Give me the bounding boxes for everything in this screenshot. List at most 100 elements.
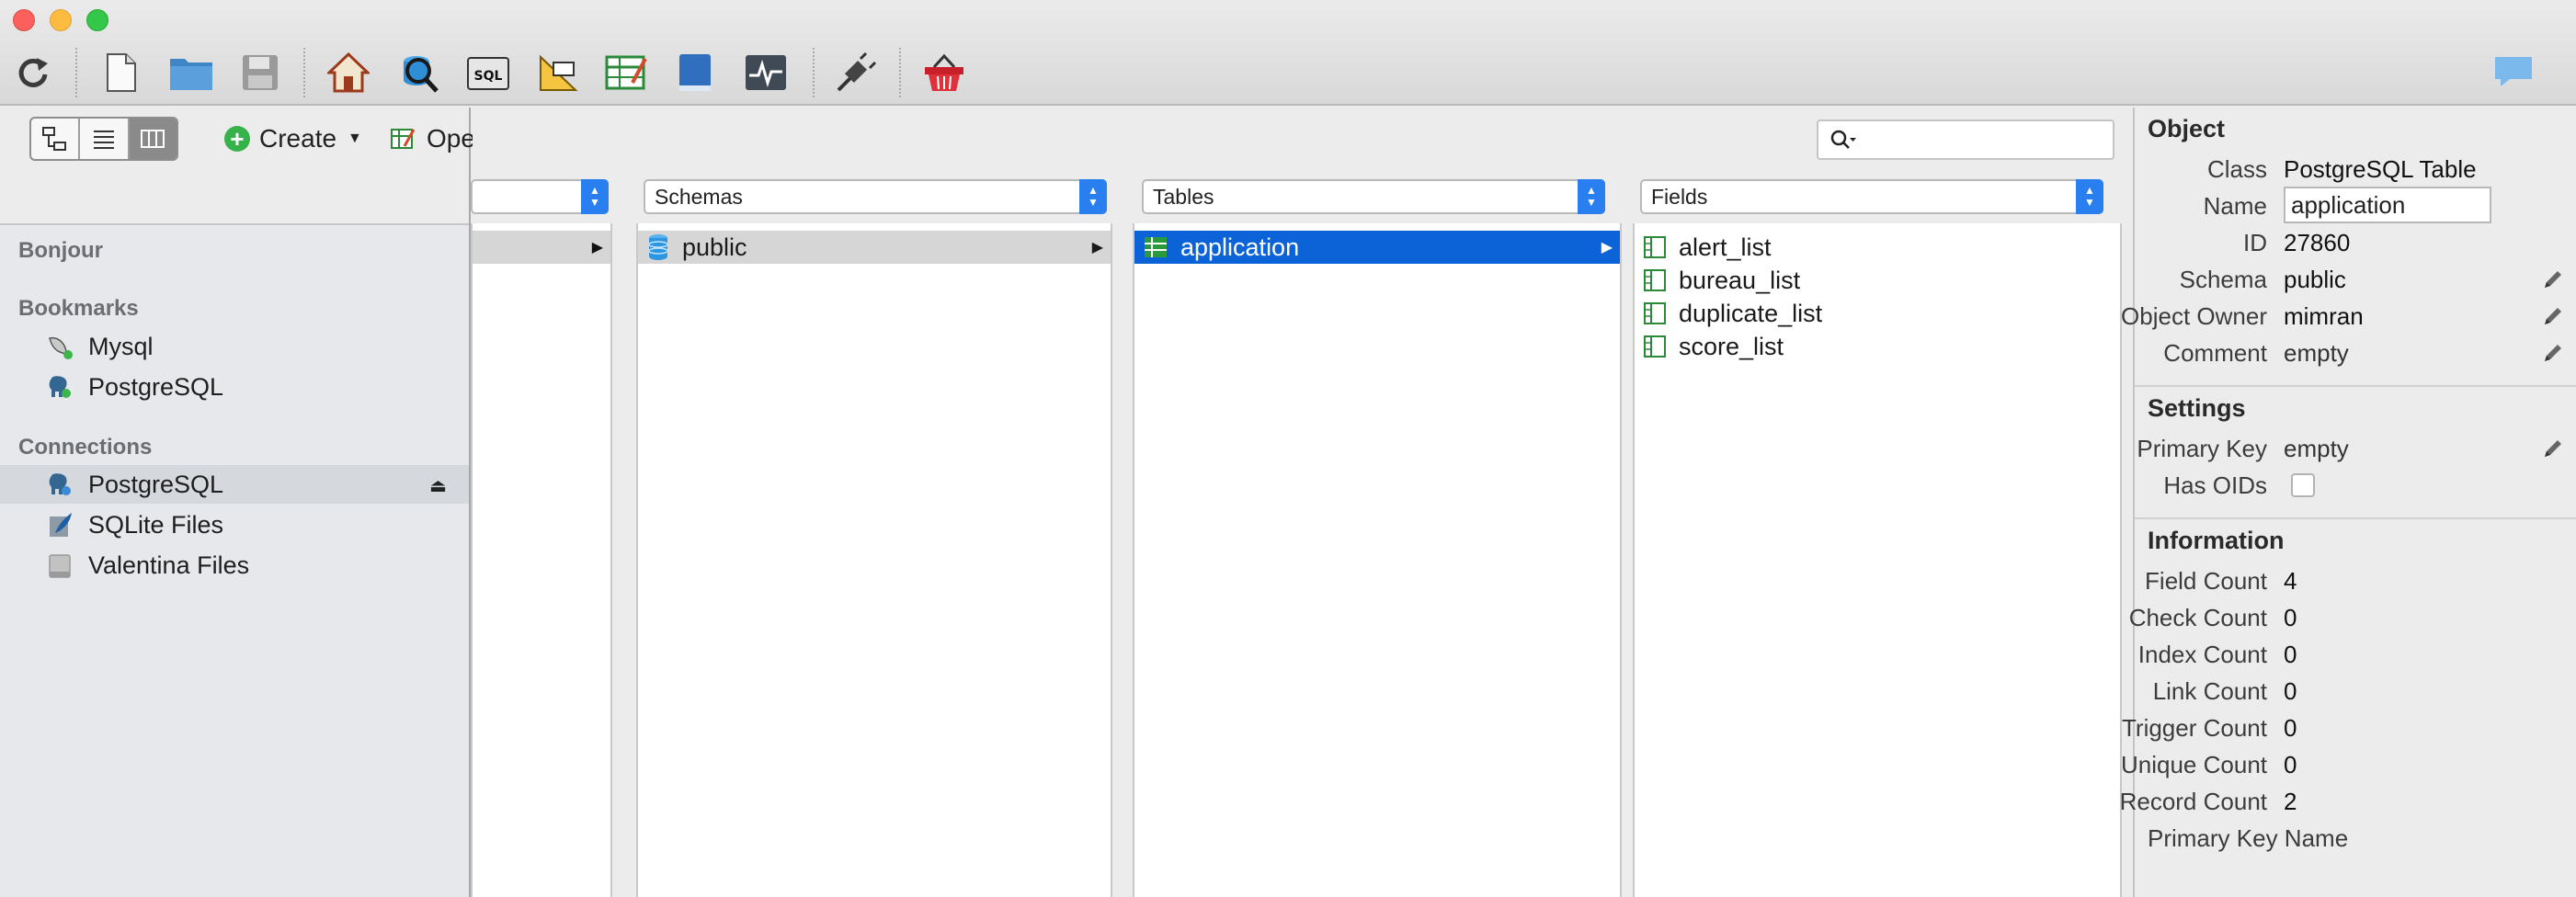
field-icon [1644, 269, 1666, 291]
schema-label: Schema [2179, 266, 2267, 293]
divider [2135, 385, 2576, 387]
connection-label: Valentina Files [88, 551, 250, 579]
chevron-right-icon: ▶ [1091, 240, 1103, 255]
sql-icon[interactable]: SQL [465, 48, 511, 97]
search-field[interactable] [1817, 119, 2114, 160]
settings-heading: Settings [2148, 394, 2246, 422]
eject-icon[interactable]: ⏏ [429, 474, 447, 497]
new-document-icon[interactable] [101, 48, 142, 97]
create-label: Create [259, 124, 337, 153]
connection-column: ▶ [471, 223, 612, 897]
info-row: Field Count 4 [2135, 562, 2576, 598]
has-oids-checkbox[interactable] [2291, 473, 2315, 497]
schema-value: public [2284, 266, 2346, 293]
table-label: application [1180, 233, 1300, 261]
open-folder-icon[interactable] [167, 48, 215, 97]
chat-bubble-icon[interactable] [2493, 55, 2534, 86]
info-label: Field Count [2145, 567, 2267, 595]
close-window-button[interactable] [13, 9, 35, 31]
info-label: Trigger Count [2122, 714, 2267, 742]
field-label: duplicate_list [1679, 299, 1823, 327]
save-icon[interactable] [239, 48, 281, 97]
refresh-icon[interactable] [13, 48, 53, 97]
schemas-popup[interactable]: Schemas ▲ ▼ [644, 179, 1107, 214]
class-label: Class [2206, 155, 2267, 183]
list-item[interactable]: ▶ [473, 231, 610, 264]
field-label: alert_list [1679, 233, 1772, 261]
pencil-icon[interactable] [2541, 304, 2565, 328]
name-value: application [2291, 190, 2406, 219]
valentina-disk-icon [49, 554, 71, 578]
table-icon [1145, 237, 1167, 257]
fields-popup[interactable]: Fields ▲ ▼ [1640, 179, 2103, 214]
zoom-window-button[interactable] [86, 9, 108, 31]
pencil-icon[interactable] [2541, 267, 2565, 291]
column-browser: ▲ ▼ Schemas ▲ ▼ Tables ▲ ▼ Fields ▲ ▼ ▶ publ… [471, 108, 2133, 897]
fields-popup-label: Fields [1651, 184, 1708, 209]
field-row[interactable]: duplicate_list [1635, 297, 2120, 330]
connection-item-postgresql[interactable]: PostgreSQL ⏏ [0, 465, 469, 504]
database-search-icon[interactable] [395, 48, 441, 97]
connection-item-sqlite-files[interactable]: SQLite Files [0, 505, 469, 544]
postgresql-elephant-icon [49, 376, 71, 398]
minimize-window-button[interactable] [50, 9, 72, 31]
info-label: Link Count [2152, 677, 2267, 705]
info-label: Record Count [2119, 788, 2267, 815]
connect-plug-icon[interactable] [833, 48, 879, 97]
bookmark-label: Mysql [88, 332, 154, 360]
tables-popup-label: Tables [1153, 184, 1214, 209]
list-view-button[interactable] [80, 119, 130, 159]
id-value: 27860 [2284, 229, 2351, 256]
column-view-button[interactable] [129, 119, 177, 159]
id-label: ID [2243, 229, 2267, 256]
connection-popup[interactable]: ▲ ▼ [471, 179, 609, 214]
hierarchy-view-button[interactable] [31, 119, 81, 159]
owner-label: Object Owner [2121, 302, 2267, 330]
field-icon [1644, 302, 1666, 324]
table-row-application[interactable]: application ▶ [1134, 231, 1620, 264]
object-heading: Object [2148, 115, 2226, 142]
pencil-icon[interactable] [2541, 437, 2565, 460]
bookmark-item-mysql[interactable]: Mysql [0, 327, 469, 366]
mysql-dolphin-icon [49, 336, 73, 359]
connection-label: SQLite Files [88, 510, 224, 539]
primary-key-label: Primary Key [2137, 435, 2267, 462]
info-row: Link Count 0 [2135, 672, 2576, 709]
view-mode-segmented-control[interactable] [29, 117, 178, 161]
bookmarks-heading: Bookmarks [18, 296, 139, 321]
tables-popup[interactable]: Tables ▲ ▼ [1142, 179, 1605, 214]
schema-row-public[interactable]: public ▶ [638, 231, 1111, 264]
tables-column: application ▶ [1133, 223, 1622, 897]
connection-item-valentina-files[interactable]: Valentina Files [0, 546, 469, 585]
field-row[interactable]: bureau_list [1635, 264, 2120, 297]
book-icon[interactable] [673, 48, 717, 97]
activity-monitor-icon[interactable] [743, 48, 789, 97]
pencil-icon[interactable] [2541, 341, 2565, 365]
field-icon [1644, 236, 1666, 258]
create-button[interactable]: + Create ▼ [224, 120, 362, 157]
connections-heading: Connections [18, 435, 153, 460]
diagram-icon[interactable] [535, 48, 581, 97]
name-label: Name [2203, 192, 2267, 220]
field-row[interactable]: score_list [1635, 330, 2120, 363]
basket-icon[interactable] [921, 48, 967, 97]
comment-value: empty [2284, 339, 2349, 367]
chevron-right-icon: ▶ [591, 240, 603, 255]
svg-text:SQL: SQL [474, 69, 503, 84]
info-row: Record Count 2 [2120, 782, 2576, 819]
has-oids-row: Has OIDs [2135, 466, 2576, 503]
info-row: Check Count 0 [2129, 598, 2576, 635]
info-value: 4 [2284, 567, 2297, 595]
chevron-updown-icon: ▲ ▼ [1079, 179, 1107, 214]
owner-value: mimran [2284, 302, 2364, 330]
home-icon[interactable] [325, 48, 371, 97]
list-view-icon [93, 131, 114, 149]
table-editor-icon[interactable] [603, 48, 649, 97]
chevron-updown-icon: ▲ ▼ [2076, 179, 2103, 214]
class-value: PostgreSQL Table [2284, 155, 2477, 183]
sidebar: Bonjour Bookmarks Mysql PostgreSQL Conne… [0, 108, 471, 897]
bookmark-item-postgresql[interactable]: PostgreSQL [0, 368, 469, 406]
name-field[interactable]: application [2284, 187, 2491, 223]
divider [2135, 517, 2576, 519]
field-row[interactable]: alert_list [1635, 231, 2120, 264]
